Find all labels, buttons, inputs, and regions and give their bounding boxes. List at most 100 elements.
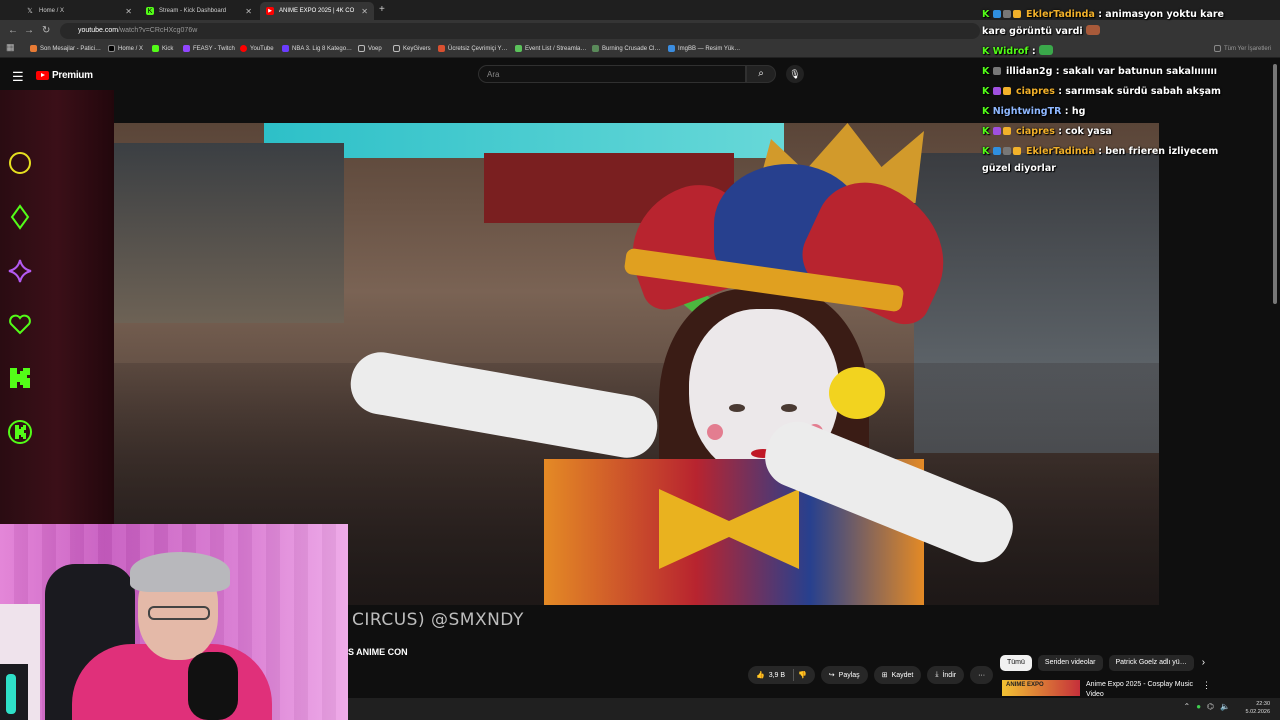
badge-icon	[1002, 147, 1011, 155]
close-icon[interactable]: ✕	[361, 7, 368, 16]
twitch-icon	[183, 45, 190, 52]
volume-icon[interactable]: 🔈	[1220, 702, 1230, 711]
app-tray-icon[interactable]: ●	[1196, 702, 1201, 711]
arm	[345, 347, 663, 463]
recommendation-thumbnail[interactable]: ANIME EXPO	[1002, 680, 1080, 696]
chat-text: : sakalı var batunun sakalııııııı	[1055, 66, 1218, 77]
chat-message: K NightwingTR : hg	[982, 103, 1240, 120]
download-button[interactable]: ⤓ İndir	[927, 666, 965, 684]
chat-text: : hg	[1064, 106, 1086, 117]
page-scrollbar[interactable]	[1273, 64, 1277, 304]
bookmark[interactable]: Son Mesajlar - Patici…	[30, 45, 101, 52]
chip-all[interactable]: Tümü	[1000, 655, 1032, 671]
network-icon[interactable]: ⌬	[1207, 702, 1214, 711]
bookmark-icon	[282, 45, 289, 52]
chevron-right-icon[interactable]: ›	[1202, 655, 1205, 671]
chat-text: : cok yasa	[1058, 126, 1112, 137]
kick-badge-icon: K	[982, 86, 990, 97]
search-input[interactable]: Ara	[478, 65, 746, 83]
url-field[interactable]: youtube.com/watch?v=CRcHXcg076w	[60, 23, 980, 39]
chat-username: ciapres	[1016, 86, 1055, 97]
bookmark[interactable]: NBA 3. Lig 8 Katego…	[282, 45, 352, 52]
bookmark-folder[interactable]: Voep	[358, 45, 382, 52]
tab-title: Stream - Kick Dashboard	[159, 8, 227, 14]
bookmark[interactable]: Home / X	[108, 45, 143, 52]
circle-icon	[7, 150, 33, 176]
search-button[interactable]: ⌕	[746, 65, 776, 83]
like-count: 3,9 B	[768, 671, 786, 679]
badge-icon	[1002, 127, 1011, 135]
webcam-overlay	[0, 524, 348, 720]
close-icon[interactable]: ✕	[125, 7, 132, 16]
back-icon[interactable]: ←	[8, 25, 18, 36]
clock-time: 22:30	[1256, 701, 1270, 707]
bookmark[interactable]: YouTube	[240, 45, 274, 52]
chat-message: K ciapres : sarımsak sürdü sabah akşam	[982, 83, 1240, 100]
chat-message: K EklerTadinda : animasyon yoktu kare ka…	[982, 6, 1240, 40]
kick-icon	[152, 45, 159, 52]
url-host: youtube.com	[78, 27, 119, 34]
chat-message: K ciapres : cok yasa	[982, 123, 1240, 140]
chat-username: EklerTadinda	[1026, 9, 1095, 20]
youtube-icon: ▶	[266, 7, 274, 15]
chip-series[interactable]: Seriden videolar	[1037, 655, 1103, 671]
bookmark-folder[interactable]: KeyGivers	[393, 45, 431, 52]
clock-date: 5.02.2026	[1245, 709, 1270, 715]
bookmark[interactable]: Event List / Streamla…	[515, 45, 586, 52]
save-button[interactable]: ⊞ Kaydet	[873, 666, 922, 684]
close-icon[interactable]: ✕	[245, 7, 252, 16]
more-vert-icon[interactable]: ⋮	[1202, 680, 1211, 691]
kick-logo-icon	[7, 365, 33, 391]
thumbs-down-icon[interactable]: 👎	[798, 671, 807, 679]
video-title: S ANIME CON	[348, 647, 408, 657]
youtube-logo[interactable]: Premium	[36, 70, 93, 81]
badge-icon	[992, 127, 1001, 135]
chevron-up-icon[interactable]: ⌃	[1184, 702, 1191, 711]
chat-text: :	[1031, 46, 1036, 57]
more-button[interactable]: ···	[970, 666, 994, 684]
apps-icon[interactable]: ▦	[6, 42, 15, 53]
chat-username: EklerTadinda	[1026, 146, 1095, 157]
badge-icon	[992, 67, 1001, 75]
chip-channel[interactable]: Patrick Goelz adlı yü…	[1108, 655, 1194, 671]
bookmark-icon	[30, 45, 37, 52]
badge-icon	[992, 10, 1001, 18]
mic-icon: 🎙	[789, 69, 801, 79]
tab-title: Home / X	[39, 8, 65, 14]
folder-icon	[358, 45, 365, 52]
share-button[interactable]: ↪ Paylaş	[820, 666, 868, 684]
chat-message: K illidan2g : sakalı var batunun sakalıı…	[982, 63, 1240, 80]
bookmark[interactable]: Ücretsiz Çevrimiçi Y…	[438, 45, 508, 52]
clock[interactable]: 22:30 5.02.2026	[1246, 700, 1270, 716]
chat-username: illidan2g	[1006, 66, 1053, 77]
download-icon: ⤓	[935, 671, 939, 678]
bookmark[interactable]: ImgBB — Resim Yük…	[668, 45, 740, 52]
bookmark[interactable]: Kick	[152, 45, 173, 52]
thumbs-up-icon: 👍	[756, 672, 765, 679]
recommendation-item[interactable]: ANIME EXPO Anime Expo 2025 - Cosplay Mus…	[1002, 680, 1211, 700]
heart-icon	[7, 311, 33, 337]
tab-home-x[interactable]: 𝕏 Home / X ✕	[20, 2, 138, 20]
badge-icon	[1002, 87, 1011, 95]
voice-search-button[interactable]: 🎙	[786, 65, 804, 83]
kick-badge-icon: K	[982, 126, 990, 137]
forward-icon[interactable]: →	[24, 25, 34, 36]
kick-badge-icon: K	[982, 9, 990, 20]
recommendation-title[interactable]: Anime Expo 2025 - Cosplay Music Video	[1086, 680, 1196, 700]
tab-title: ANIME EXPO 2025 | 4K CO	[279, 8, 355, 14]
tab-kick-dashboard[interactable]: K Stream - Kick Dashboard ✕	[140, 2, 258, 20]
pompom	[829, 367, 885, 419]
cosplayer	[345, 159, 1022, 605]
new-tab-button[interactable]: +	[379, 4, 385, 15]
like-button[interactable]: 👍 3,9 B 👎	[748, 666, 815, 684]
cheek	[707, 424, 723, 440]
menu-icon[interactable]: ☰	[12, 69, 24, 85]
youtube-icon	[240, 45, 247, 52]
tab-youtube-video[interactable]: ▶ ANIME EXPO 2025 | 4K CO ✕	[260, 2, 374, 20]
reload-icon[interactable]: ↻	[42, 25, 50, 36]
logo-text: Premium	[52, 70, 93, 81]
badge-icon	[992, 147, 1001, 155]
bookmark[interactable]: Burning Crusade Cl…	[592, 45, 660, 52]
bookmark[interactable]: FEASY - Twitch	[183, 45, 235, 52]
kick-badge-icon: K	[982, 66, 990, 77]
